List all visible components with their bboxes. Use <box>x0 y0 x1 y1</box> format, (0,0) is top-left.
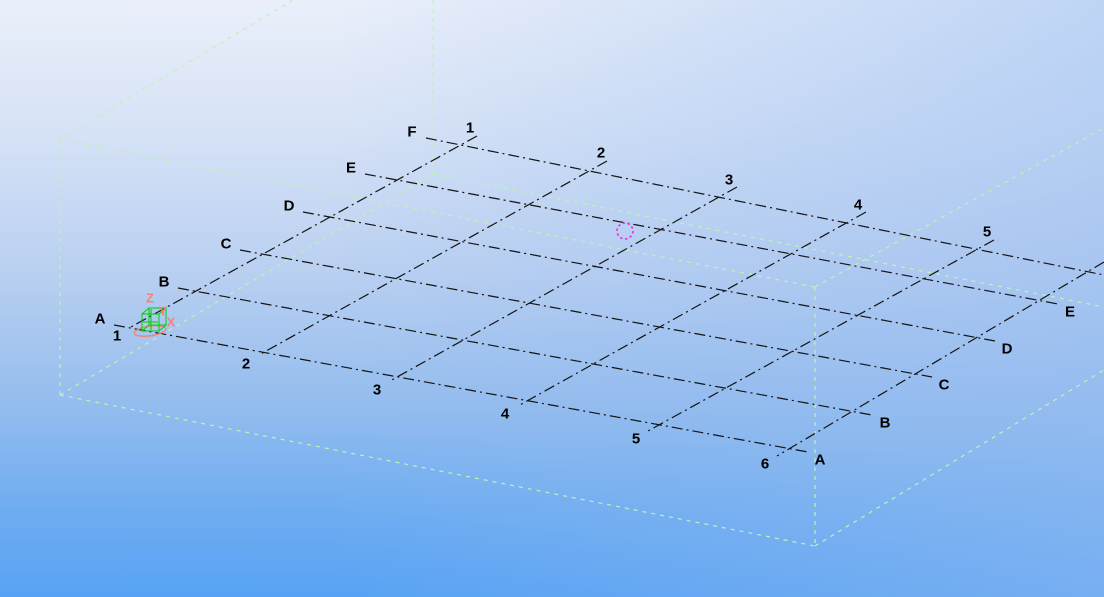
axis-label-z: Z <box>146 291 154 306</box>
work-area-box-edge <box>815 370 1104 546</box>
grid-line-5[interactable] <box>648 240 994 431</box>
grid-label-B-left: B <box>159 273 170 290</box>
grid-label-4-top: 4 <box>854 196 863 213</box>
3d-viewport[interactable]: 1 1 2 2 3 3 4 4 5 5 6 A A B B C C D D E E F ZYX <box>0 0 1104 597</box>
grid-label-B-right: B <box>880 414 891 431</box>
viewport-canvas[interactable]: 1 1 2 2 3 3 4 4 5 5 6 A A B B C C D D E E F ZYX <box>0 0 1104 597</box>
grid-label-1-top: 1 <box>466 119 474 136</box>
grid-label-1-bottom: 1 <box>113 327 121 344</box>
grid-line-F[interactable] <box>426 138 1104 275</box>
grid-label-A-left: A <box>95 310 106 327</box>
grid-label-E-right: E <box>1065 303 1075 320</box>
axis-label-x: X <box>167 315 176 330</box>
grid-label-4-bottom: 4 <box>501 405 510 422</box>
grid-label-2-top: 2 <box>597 144 605 161</box>
work-area-box-edge <box>60 139 815 287</box>
grid-label-A-right: A <box>815 451 826 468</box>
grid-label-D-right: D <box>1002 340 1013 357</box>
grid-line-B[interactable] <box>178 288 872 415</box>
grid-line-6[interactable] <box>777 262 1104 456</box>
grid-line-2[interactable] <box>259 161 607 355</box>
grid-label-5-bottom: 5 <box>632 430 640 447</box>
grid-label-F-left: F <box>407 123 416 140</box>
work-area-box-edge <box>60 0 293 139</box>
grid-line-A[interactable] <box>114 325 808 452</box>
grid-label-2-bottom: 2 <box>242 355 250 372</box>
work-area-box-edge <box>60 395 815 546</box>
grid-labels: 1 1 2 2 3 3 4 4 5 5 6 A A B B C C D D E E F <box>95 119 1075 472</box>
grid-line-4[interactable] <box>518 212 866 406</box>
axis-labels: ZYX <box>146 291 176 330</box>
grid-label-C-left: C <box>221 235 232 252</box>
grid-label-3-top: 3 <box>725 171 733 188</box>
grid-label-E-left: E <box>346 159 356 176</box>
grid-line-E[interactable] <box>365 174 1058 304</box>
grid-label-D-left: D <box>284 197 295 214</box>
grid-line-D[interactable] <box>303 212 995 341</box>
highlight-circle[interactable] <box>617 223 633 239</box>
grid-label-5-top: 5 <box>983 223 991 240</box>
grid-line-C[interactable] <box>240 250 932 377</box>
grid-line-1[interactable] <box>129 136 477 328</box>
grid-line-3[interactable] <box>390 187 737 381</box>
grid-label-3-bottom: 3 <box>373 381 381 398</box>
grid-label-C-right: C <box>939 376 950 393</box>
structural-grid[interactable] <box>114 136 1104 456</box>
grid-label-6-bottom: 6 <box>761 455 769 472</box>
work-area-box-edge <box>433 174 1104 307</box>
